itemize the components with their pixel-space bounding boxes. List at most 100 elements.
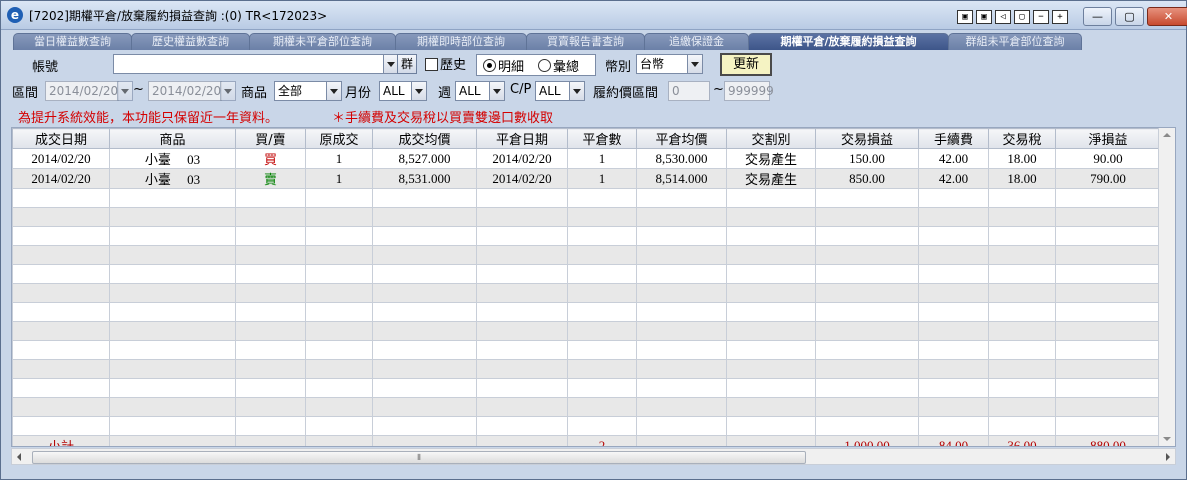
column-header[interactable]: 淨損益 (1055, 128, 1161, 149)
table-cell (815, 397, 919, 417)
date-to-input[interactable]: 2014/02/20 (148, 81, 222, 101)
week-dropdown-icon[interactable] (489, 81, 505, 101)
tab-realtime-positions[interactable]: 期權即時部位查詢 (395, 33, 527, 50)
table-cell: 850.00 (815, 168, 919, 189)
table-cell (918, 378, 989, 398)
tab-group-open-positions[interactable]: 群組未平倉部位查詢 (948, 33, 1082, 50)
tab-trade-report[interactable]: 買賣報告書查詢 (526, 33, 645, 50)
table-cell (372, 397, 477, 417)
table-cell (305, 226, 373, 246)
table-cell (476, 264, 568, 284)
group-button[interactable]: 群 (397, 54, 417, 74)
tab-daily-equity[interactable]: 當日權益數查詢 (13, 33, 132, 50)
column-header[interactable]: 交割別 (726, 128, 816, 149)
table-cell (918, 340, 989, 360)
table-cell (12, 283, 110, 303)
table-cell (567, 283, 637, 303)
horizontal-scrollbar[interactable]: ⦀ (11, 448, 1176, 465)
table-cell (305, 416, 373, 436)
strike-from-input[interactable]: 0 (668, 81, 710, 101)
history-checkbox[interactable] (425, 58, 438, 71)
tab-margin-call[interactable]: 追繳保證金 (644, 33, 749, 50)
date-from-input[interactable]: 2014/02/20 (45, 81, 119, 101)
table-cell (918, 245, 989, 265)
cp-dropdown-icon[interactable] (569, 81, 585, 101)
detail-radio[interactable] (483, 59, 496, 72)
column-header[interactable]: 交易稅 (988, 128, 1056, 149)
table-cell (567, 207, 637, 227)
column-header[interactable]: 交易損益 (815, 128, 919, 149)
month-select[interactable]: ALL (379, 81, 413, 101)
frame-icon[interactable]: ▢ (1014, 10, 1030, 24)
date-to-dropdown-icon[interactable] (220, 81, 236, 101)
scroll-thumb[interactable]: ⦀ (32, 451, 806, 464)
strike-to-input[interactable]: 999999 (724, 81, 774, 101)
minimize-button[interactable]: — (1083, 7, 1112, 26)
summary-radio[interactable] (538, 59, 551, 72)
table-cell (1055, 302, 1161, 322)
column-header[interactable]: 平倉均價 (636, 128, 727, 149)
table-cell: 42.00 (918, 168, 989, 189)
scroll-right-icon[interactable] (1166, 453, 1170, 461)
column-header[interactable]: 成交日期 (12, 128, 110, 149)
table-cell (476, 283, 568, 303)
table-cell (636, 188, 727, 208)
close-button[interactable]: ✕ (1147, 7, 1187, 26)
month-label: 月份 (345, 86, 372, 101)
scroll-up-icon[interactable] (1163, 133, 1171, 137)
column-header[interactable]: 手續費 (918, 128, 989, 149)
column-header[interactable]: 成交均價 (372, 128, 477, 149)
product-dropdown-icon[interactable] (326, 81, 342, 101)
product-select[interactable]: 全部 (274, 81, 328, 101)
column-header[interactable]: 平倉日期 (476, 128, 568, 149)
month-dropdown-icon[interactable] (411, 81, 427, 101)
maximize-button[interactable]: ▢ (1115, 7, 1144, 26)
table-cell (476, 207, 568, 227)
table-row[interactable]: 2014/02/20 小臺 03 賣 1 8,531.000 2014/02/20 1 8,5… (12, 168, 1161, 189)
column-header[interactable]: 買/賣 (235, 128, 306, 149)
table-cell: 8,531.000 (372, 168, 477, 189)
table-cell (988, 188, 1056, 208)
table-cell (815, 416, 919, 436)
export-icon[interactable]: ▣ (976, 10, 992, 24)
table-row[interactable]: 2014/02/20 小臺 03 買 1 8,527.000 2014/02/20 1 8,5… (12, 148, 1161, 169)
week-select[interactable]: ALL (455, 81, 491, 101)
table-cell (726, 207, 816, 227)
tab-close-exercise-pnl[interactable]: 期權平倉/放棄履約損益查詢 (748, 33, 949, 50)
tab-open-positions[interactable]: 期權未平倉部位查詢 (249, 33, 396, 50)
table-cell (988, 283, 1056, 303)
account-input[interactable] (113, 54, 385, 74)
cp-select[interactable]: ALL (535, 81, 571, 101)
column-header[interactable]: 平倉數 (567, 128, 637, 149)
table-cell (815, 207, 919, 227)
currency-dropdown-icon[interactable] (687, 54, 703, 74)
vertical-scrollbar[interactable] (1158, 128, 1175, 446)
table-cell (109, 283, 236, 303)
scroll-down-icon[interactable] (1163, 437, 1171, 441)
table-cell (988, 302, 1056, 322)
account-label: 帳號 (32, 60, 59, 75)
date-from-dropdown-icon[interactable] (117, 81, 133, 101)
table-cell (815, 321, 919, 341)
table-cell (988, 378, 1056, 398)
column-header[interactable]: 商品 (109, 128, 236, 149)
table-cell (12, 321, 110, 341)
restore-layout-icon[interactable]: ▣ (957, 10, 973, 24)
table-cell (372, 378, 477, 398)
tab-history-equity[interactable]: 歷史權益數查詢 (131, 33, 250, 50)
table-cell (988, 359, 1056, 379)
table-cell (567, 226, 637, 246)
app-logo-icon: e (7, 7, 23, 23)
main-window: e [7202]期權平倉/放棄履約損益查詢 :(0) TR<172023> ▣ … (0, 0, 1187, 480)
update-button[interactable]: 更新 (720, 53, 772, 76)
table-cell (476, 245, 568, 265)
scroll-left-icon[interactable] (17, 453, 21, 461)
zoom-out-icon[interactable]: − (1033, 10, 1049, 24)
table-cell: 8,530.000 (636, 148, 727, 169)
back-icon[interactable]: ◁ (995, 10, 1011, 24)
table-cell (1055, 340, 1161, 360)
currency-select[interactable]: 台幣 (636, 54, 688, 74)
column-header[interactable]: 原成交 (305, 128, 373, 149)
table-cell (567, 359, 637, 379)
zoom-in-icon[interactable]: + (1052, 10, 1068, 24)
